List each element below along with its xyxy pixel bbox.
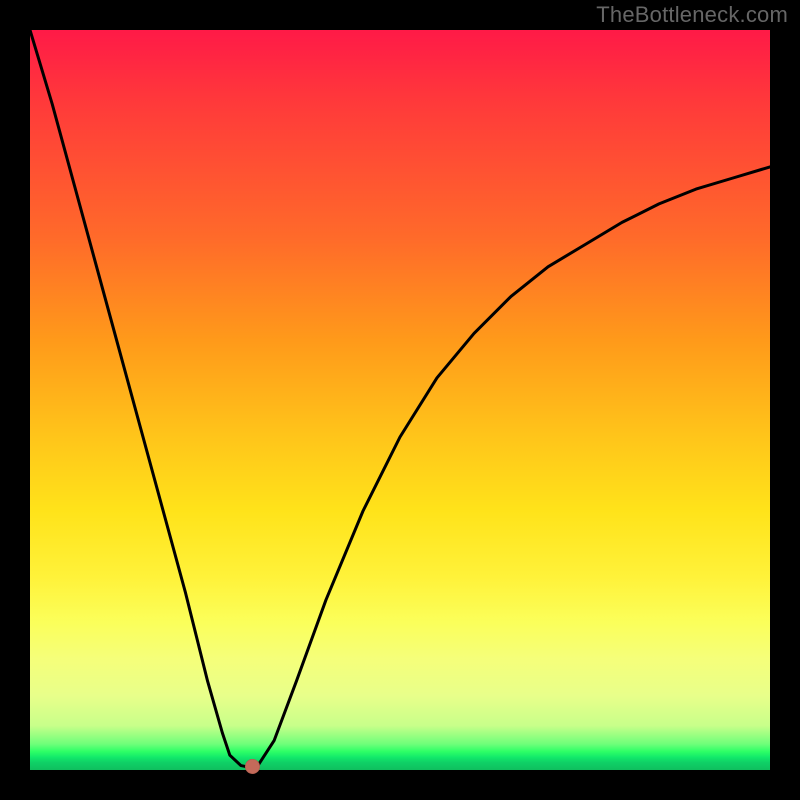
chart-frame: TheBottleneck.com bbox=[0, 0, 800, 800]
optimum-marker bbox=[245, 759, 260, 774]
plot-area bbox=[30, 30, 770, 770]
curve-path bbox=[30, 30, 770, 767]
bottleneck-curve bbox=[30, 30, 770, 770]
watermark-text: TheBottleneck.com bbox=[596, 2, 788, 28]
